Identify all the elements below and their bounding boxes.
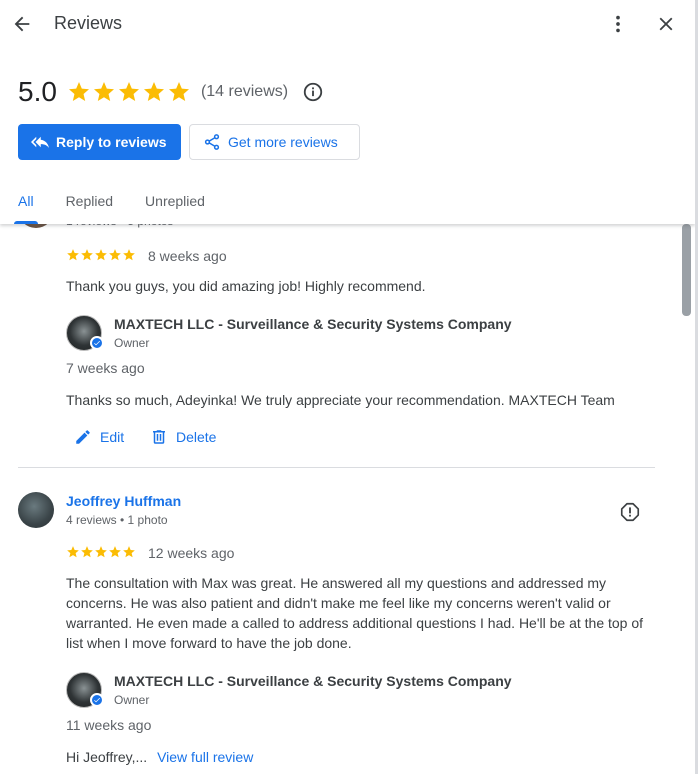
reviewer-name[interactable]: Jeoffrey Huffman (66, 493, 181, 509)
share-icon (202, 132, 222, 152)
star-icon (68, 82, 89, 101)
trash-icon (153, 430, 165, 444)
page-title: Reviews (54, 13, 123, 33)
reply-time: 11 weeks ago (66, 717, 152, 733)
reply-time: 7 weeks ago (66, 360, 145, 376)
close-icon (659, 17, 673, 31)
info-icon (303, 82, 323, 102)
reply-to-reviews-label: Reply to reviews (56, 134, 167, 150)
owner-role: Owner (114, 336, 150, 350)
star-icon (67, 249, 79, 261)
star-icon (109, 249, 121, 261)
reply-all-icon (30, 132, 50, 152)
review-time: 8 weeks ago (148, 248, 227, 264)
star-icon (123, 249, 135, 261)
star-icon (123, 546, 135, 558)
star-icon (109, 546, 121, 558)
delete-reply-button[interactable]: Delete (150, 428, 216, 446)
review-count: (14 reviews) (200, 83, 289, 100)
report-review-button[interactable] (619, 501, 643, 525)
reply-to-reviews-button[interactable]: Reply to reviews (18, 124, 181, 160)
reviewer-avatar[interactable] (18, 492, 54, 528)
edit-label: Edit (100, 429, 125, 445)
star-icon (93, 82, 114, 101)
arrow-back-icon (14, 16, 30, 32)
get-more-reviews-button[interactable]: Get more reviews (189, 124, 360, 160)
verified-badge-icon (90, 336, 104, 350)
star-icon (67, 546, 79, 558)
reply-preview: Hi Jeoffrey,... View full review (66, 747, 253, 767)
tab-replied[interactable]: Replied (66, 188, 113, 224)
reviewer-meta: 4 reviews • 1 photo (66, 513, 168, 527)
review-stars (66, 248, 136, 262)
star-icon (81, 249, 93, 261)
get-more-reviews-label: Get more reviews (228, 134, 338, 150)
review-stars (66, 545, 136, 559)
reply-text: Thanks so much, Adeyinka! We truly appre… (66, 392, 615, 408)
scrollbar-thumb[interactable] (682, 224, 691, 316)
view-full-review-link[interactable]: View full review (157, 749, 253, 765)
average-rating: 5.0 (18, 76, 57, 107)
star-icon (168, 82, 189, 101)
edit-reply-button[interactable]: Edit (74, 428, 124, 446)
reviews-panel: Reviews 5.0 (14 reviews) Reply to review… (0, 0, 695, 774)
back-button[interactable] (8, 10, 36, 38)
tab-unreplied[interactable]: Unreplied (145, 188, 205, 224)
review-time: 12 weeks ago (148, 545, 235, 561)
reviews-header: Reviews 5.0 (14 reviews) Reply to review… (0, 0, 695, 224)
review-divider (18, 467, 655, 468)
more-options-button[interactable] (606, 10, 630, 38)
delete-label: Delete (176, 429, 217, 445)
star-icon (95, 249, 107, 261)
review-text: Thank you guys, you did amazing job! Hig… (66, 278, 426, 294)
edit-icon (76, 430, 90, 444)
review-filter-tabs: All Replied Unreplied (14, 188, 237, 224)
info-button[interactable] (302, 81, 324, 103)
review-text: The consultation with Max was great. He … (66, 575, 644, 651)
owner-role: Owner (114, 693, 150, 707)
close-button[interactable] (652, 10, 680, 38)
star-icon (95, 546, 107, 558)
owner-name: MAXTECH LLC - Surveillance & Security Sy… (114, 316, 512, 332)
verified-badge-icon (90, 693, 104, 707)
rating-summary: 5.0 (14 reviews) (18, 74, 324, 110)
tab-all[interactable]: All (14, 188, 38, 224)
reply-preview-text: Hi Jeoffrey,... (66, 749, 148, 765)
report-icon (620, 502, 640, 522)
rating-stars (67, 80, 191, 104)
owner-name: MAXTECH LLC - Surveillance & Security Sy… (114, 673, 512, 689)
more-vert-icon (616, 15, 620, 33)
star-icon (81, 546, 93, 558)
star-icon (143, 82, 164, 101)
star-icon (118, 82, 139, 101)
review-list: 1 reviews · 5 photos 8 weeks ago Thank y… (0, 200, 680, 774)
